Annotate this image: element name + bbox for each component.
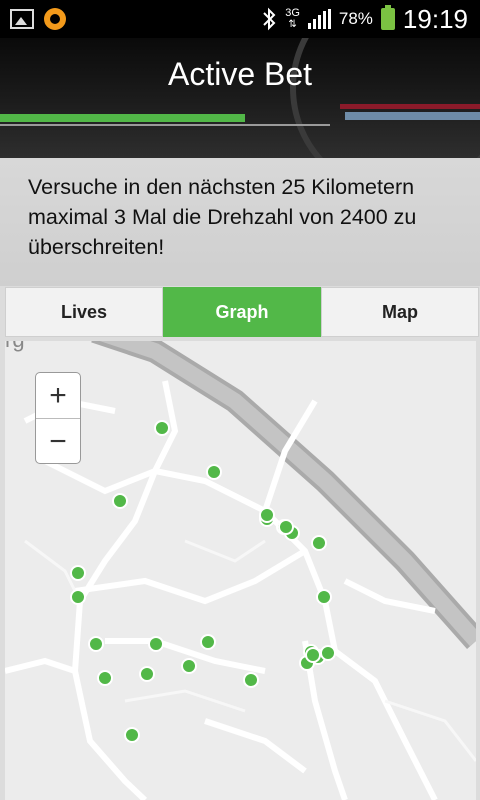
header-stripe xyxy=(0,114,245,122)
bet-description: Versuche in den nächsten 25 Kilometern m… xyxy=(28,175,417,259)
clock: 19:19 xyxy=(402,3,468,34)
map-place-label: rg xyxy=(5,341,25,353)
header-stripe xyxy=(345,112,480,120)
map-marker[interactable] xyxy=(70,589,86,605)
map-marker[interactable] xyxy=(112,493,128,509)
map-marker[interactable] xyxy=(200,634,216,650)
page-title: Active Bet xyxy=(167,56,313,92)
network-indicator: 3G ⇅ xyxy=(285,7,300,31)
network-type: 3G xyxy=(285,7,300,19)
map-marker[interactable] xyxy=(316,589,332,605)
tab-map[interactable]: Map xyxy=(321,287,479,337)
status-bar: 3G ⇅ 78% 19:19 xyxy=(0,0,480,38)
battery-charging-icon xyxy=(380,5,395,30)
map-marker[interactable] xyxy=(154,420,170,436)
map-marker[interactable] xyxy=(259,507,275,523)
map-marker[interactable] xyxy=(305,647,321,663)
map-marker[interactable] xyxy=(320,645,336,661)
app-notification-icon xyxy=(44,8,66,30)
tab-bar: Lives Graph Map xyxy=(5,287,479,337)
map-view[interactable]: rg + − xyxy=(5,341,476,800)
map-marker[interactable] xyxy=(181,658,197,674)
zoom-out-button[interactable]: − xyxy=(36,419,80,463)
map-marker[interactable] xyxy=(278,519,294,535)
map-marker[interactable] xyxy=(97,670,113,686)
tab-lives[interactable]: Lives xyxy=(5,287,163,337)
zoom-control: + − xyxy=(35,372,81,464)
map-marker[interactable] xyxy=(206,464,222,480)
bluetooth-icon xyxy=(263,7,276,31)
bet-description-panel: Versuche in den nächsten 25 Kilometern m… xyxy=(0,158,480,286)
map-marker[interactable] xyxy=(70,565,86,581)
map-marker[interactable] xyxy=(139,666,155,682)
map-marker[interactable] xyxy=(88,636,104,652)
zoom-in-button[interactable]: + xyxy=(36,373,80,419)
map-marker[interactable] xyxy=(148,636,164,652)
map-marker[interactable] xyxy=(124,727,140,743)
map-marker[interactable] xyxy=(243,672,259,688)
image-icon xyxy=(10,9,34,29)
signal-icon xyxy=(307,9,331,29)
app-header: Active Bet xyxy=(0,38,480,158)
header-stripe xyxy=(340,104,480,109)
battery-percent: 78% xyxy=(338,9,373,28)
tab-graph[interactable]: Graph xyxy=(163,287,321,337)
header-stripe xyxy=(0,124,330,126)
map-marker[interactable] xyxy=(311,535,327,551)
